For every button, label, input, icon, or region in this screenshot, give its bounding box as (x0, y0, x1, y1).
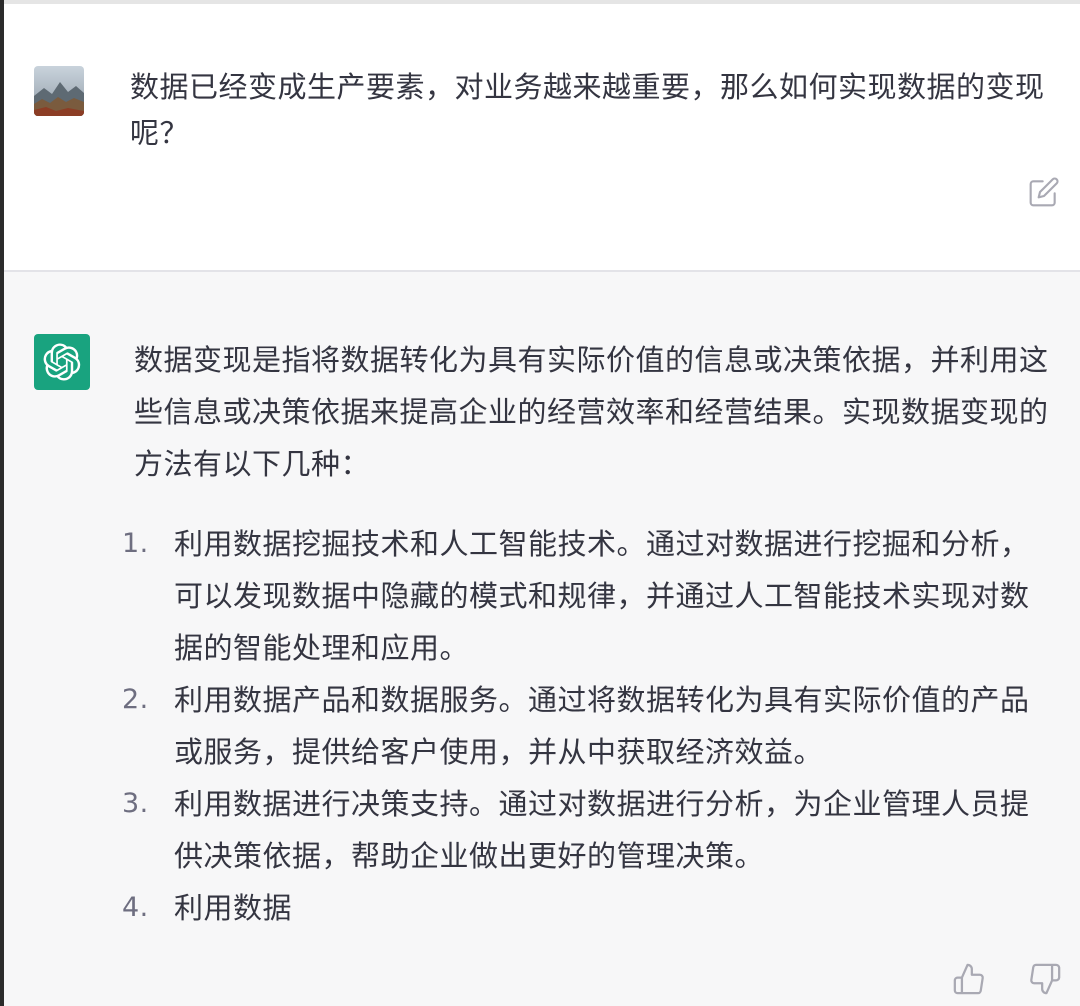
openai-logo-icon (34, 334, 90, 390)
edit-icon[interactable] (1028, 176, 1060, 208)
list-item-number: 3. (122, 788, 149, 819)
list-item: 1. 利用数据挖掘技术和人工智能技术。通过对数据进行挖掘和分析，可以发现数据中隐… (122, 518, 1054, 674)
list-item: 2. 利用数据产品和数据服务。通过将数据转化为具有实际价值的产品或服务，提供给客… (122, 674, 1054, 778)
user-avatar (34, 66, 84, 116)
list-item-number: 1. (122, 528, 149, 559)
assistant-message-row: 数据变现是指将数据转化为具有实际价值的信息或决策依据，并利用这些信息或决策依据来… (4, 272, 1080, 1006)
answer-intro: 数据变现是指将数据转化为具有实际价值的信息或决策依据，并利用这些信息或决策依据来… (134, 343, 1049, 481)
assistant-message-content: 数据变现是指将数据转化为具有实际价值的信息或决策依据，并利用这些信息或决策依据来… (122, 334, 1054, 934)
user-message-row: 数据已经变成生产要素，对业务越来越重要，那么如何实现数据的变现呢？ (4, 4, 1080, 272)
answer-list: 1. 利用数据挖掘技术和人工智能技术。通过对数据进行挖掘和分析，可以发现数据中隐… (122, 518, 1054, 934)
thumbs-down-icon[interactable] (1028, 962, 1062, 996)
list-item: 4. 利用数据 (122, 882, 1054, 934)
user-message-text: 数据已经变成生产要素，对业务越来越重要，那么如何实现数据的变现呢？ (130, 70, 1045, 150)
list-item-text: 利用数据产品和数据服务。通过将数据转化为具有实际价值的产品或服务，提供给客户使用… (174, 683, 1030, 769)
list-item-number: 4. (122, 892, 149, 923)
chat-page: 数据已经变成生产要素，对业务越来越重要，那么如何实现数据的变现呢？ 数据变现是指… (0, 0, 1080, 1006)
list-item-text: 利用数据挖掘技术和人工智能技术。通过对数据进行挖掘和分析，可以发现数据中隐藏的模… (174, 527, 1030, 665)
thumbs-up-icon[interactable] (952, 962, 986, 996)
list-item-number: 2. (122, 684, 149, 715)
list-item-text: 利用数据 (174, 891, 293, 925)
list-item: 3. 利用数据进行决策支持。通过对数据进行分析，为企业管理人员提供决策依据，帮助… (122, 778, 1054, 882)
list-item-text: 利用数据进行决策支持。通过对数据进行分析，为企业管理人员提供决策依据，帮助企业做… (174, 787, 1030, 873)
